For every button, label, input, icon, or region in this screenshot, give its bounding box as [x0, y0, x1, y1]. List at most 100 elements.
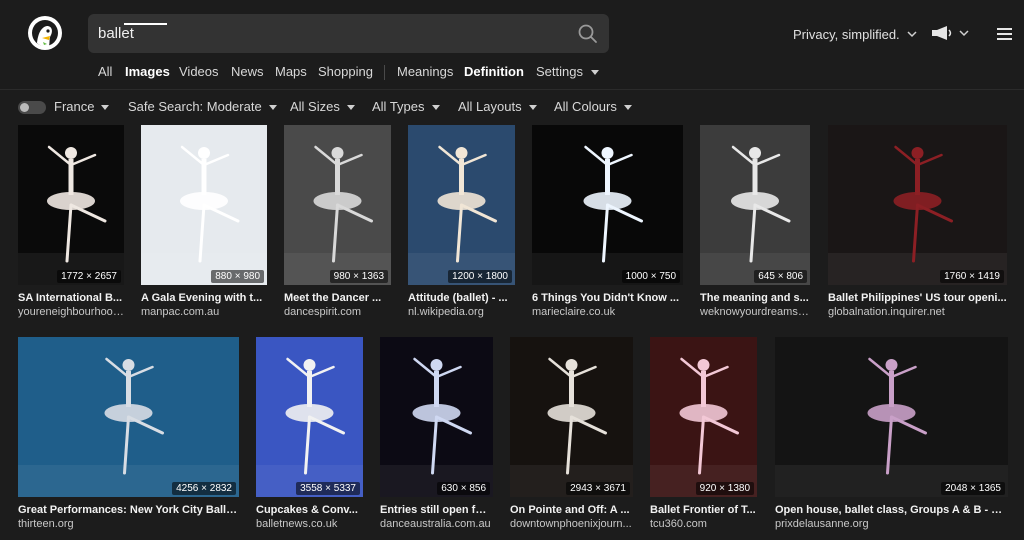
result-source[interactable]: downtownphoenixjourn... [510, 518, 633, 530]
image-thumbnail[interactable]: 920 × 1380 [650, 337, 757, 497]
type-filter[interactable]: All Types [372, 99, 440, 115]
result-source[interactable]: thirteen.org [18, 518, 239, 530]
tab-all[interactable]: All [98, 64, 112, 80]
image-thumbnail[interactable]: 2048 × 1365 [775, 337, 1008, 497]
image-dimensions: 3558 × 5337 [296, 482, 360, 495]
result-title[interactable]: Great Performances: New York City Balle.… [18, 504, 239, 516]
privacy-dropdown[interactable]: Privacy, simplified. [793, 27, 917, 42]
image-result[interactable]: 3558 × 5337 Cupcakes & Conv... balletnews.… [256, 337, 363, 537]
region-label: France [54, 99, 95, 114]
size-filter[interactable]: All Sizes [290, 99, 355, 115]
image-result[interactable]: 920 × 1380 Ballet Frontier of T... tcu360.… [650, 337, 757, 537]
search-bar[interactable]: ballet [88, 14, 609, 53]
result-title[interactable]: The meaning and s... [700, 292, 810, 304]
image-result[interactable]: 980 × 1363 Meet the Dancer ... dancespirit… [284, 125, 391, 325]
dancer-image [408, 125, 515, 285]
colour-filter[interactable]: All Colours [554, 99, 632, 115]
header-divider [0, 89, 1024, 90]
image-result[interactable]: 1772 × 2657 SA International B... yourenei… [18, 125, 124, 325]
duck-logo-icon [29, 17, 61, 49]
caret-down-icon [431, 104, 440, 110]
dancer-image [532, 125, 683, 285]
result-source[interactable]: prixdelausanne.org [775, 518, 1008, 530]
layout-filter[interactable]: All Layouts [458, 99, 537, 115]
image-result[interactable]: 2048 × 1365 Open house, ballet class, Gro… [775, 337, 1008, 537]
tab-meanings[interactable]: Meanings [397, 64, 453, 80]
duckduckgo-logo[interactable] [28, 16, 62, 50]
image-dimensions: 1760 × 1419 [940, 270, 1004, 283]
search-input[interactable]: ballet [98, 14, 134, 53]
tab-settings[interactable]: Settings [536, 64, 599, 80]
result-source[interactable]: marieclaire.co.uk [532, 306, 683, 318]
feedback-menu-button[interactable] [931, 25, 969, 41]
result-title[interactable]: On Pointe and Off: A ... [510, 504, 633, 516]
dancer-image [775, 337, 1008, 497]
result-title[interactable]: Ballet Philippines' US tour openi... [828, 292, 1007, 304]
dancer-image [256, 337, 363, 497]
result-title[interactable]: 6 Things You Didn't Know ... [532, 292, 683, 304]
image-thumbnail[interactable]: 1772 × 2657 [18, 125, 124, 285]
image-dimensions: 645 × 806 [754, 270, 807, 283]
result-source[interactable]: nl.wikipedia.org [408, 306, 515, 318]
tab-shopping[interactable]: Shopping [318, 64, 373, 80]
image-result[interactable]: 1000 × 750 6 Things You Didn't Know ... ma… [532, 125, 683, 325]
tab-images[interactable]: Images [125, 64, 170, 80]
image-thumbnail[interactable]: 880 × 980 [141, 125, 267, 285]
result-title[interactable]: Open house, ballet class, Groups A & B -… [775, 504, 1008, 516]
image-thumbnail[interactable]: 645 × 806 [700, 125, 810, 285]
tab-maps[interactable]: Maps [275, 64, 307, 80]
image-thumbnail[interactable]: 4256 × 2832 [18, 337, 239, 497]
chevron-down-icon [907, 31, 917, 38]
image-thumbnail[interactable]: 3558 × 5337 [256, 337, 363, 497]
result-title[interactable]: Entries still open for... [380, 504, 493, 516]
region-filter[interactable]: France [54, 99, 110, 115]
result-title[interactable]: Meet the Dancer ... [284, 292, 391, 304]
image-result[interactable]: 630 × 856 Entries still open for... dancea… [380, 337, 493, 537]
result-source[interactable]: manpac.com.au [141, 306, 267, 318]
result-source[interactable]: balletnews.co.uk [256, 518, 363, 530]
safe-search-label: Safe Search: Moderate [128, 99, 262, 114]
image-dimensions: 1000 × 750 [621, 270, 680, 283]
image-thumbnail[interactable]: 980 × 1363 [284, 125, 391, 285]
result-title[interactable]: A Gala Evening with t... [141, 292, 267, 304]
dancer-image [141, 125, 267, 285]
result-title[interactable]: Attitude (ballet) - ... [408, 292, 515, 304]
image-thumbnail[interactable]: 1200 × 1800 [408, 125, 515, 285]
search-icon[interactable] [577, 23, 599, 45]
safe-search-filter[interactable]: Safe Search: Moderate [128, 99, 277, 115]
image-dimensions: 2048 × 1365 [941, 482, 1005, 495]
image-thumbnail[interactable]: 1000 × 750 [532, 125, 683, 285]
result-source[interactable]: danceaustralia.com.au [380, 518, 493, 530]
image-result[interactable]: 2943 × 3671 On Pointe and Off: A ... downt… [510, 337, 633, 537]
image-result[interactable]: 880 × 980 A Gala Evening with t... manpac.… [141, 125, 267, 325]
image-dimensions: 1772 × 2657 [57, 270, 121, 283]
settings-label: Settings [536, 64, 583, 79]
image-result[interactable]: 4256 × 2832 Great Performances: New York … [18, 337, 239, 537]
image-result[interactable]: 645 × 806 The meaning and s... weknowyourd… [700, 125, 810, 325]
result-source[interactable]: weknowyourdreams.... [700, 306, 810, 318]
tab-definition[interactable]: Definition [464, 64, 524, 80]
image-thumbnail[interactable]: 1760 × 1419 [828, 125, 1007, 285]
colour-label: All Colours [554, 99, 617, 114]
image-thumbnail[interactable]: 2943 × 3671 [510, 337, 633, 497]
tab-videos[interactable]: Videos [179, 64, 219, 80]
size-label: All Sizes [290, 99, 340, 114]
image-thumbnail[interactable]: 630 × 856 [380, 337, 493, 497]
result-source[interactable]: dancespirit.com [284, 306, 391, 318]
result-title[interactable]: Ballet Frontier of T... [650, 504, 757, 516]
result-source[interactable]: tcu360.com [650, 518, 757, 530]
dancer-image [380, 337, 493, 497]
active-tab-indicator [124, 23, 167, 25]
image-result[interactable]: 1200 × 1800 Attitude (ballet) - ... nl.wik… [408, 125, 515, 325]
tab-news[interactable]: News [231, 64, 264, 80]
result-source[interactable]: youreneighbourhood... [18, 306, 124, 318]
result-title[interactable]: Cupcakes & Conv... [256, 504, 363, 516]
region-toggle[interactable] [18, 101, 46, 114]
result-source[interactable]: globalnation.inquirer.net [828, 306, 1007, 318]
result-title[interactable]: SA International B... [18, 292, 124, 304]
hamburger-menu-icon[interactable] [997, 27, 1012, 41]
dancer-image [650, 337, 757, 497]
dancer-image [828, 125, 1007, 285]
image-result[interactable]: 1760 × 1419 Ballet Philippines' US tour o… [828, 125, 1007, 325]
privacy-label: Privacy, simplified. [793, 27, 900, 42]
